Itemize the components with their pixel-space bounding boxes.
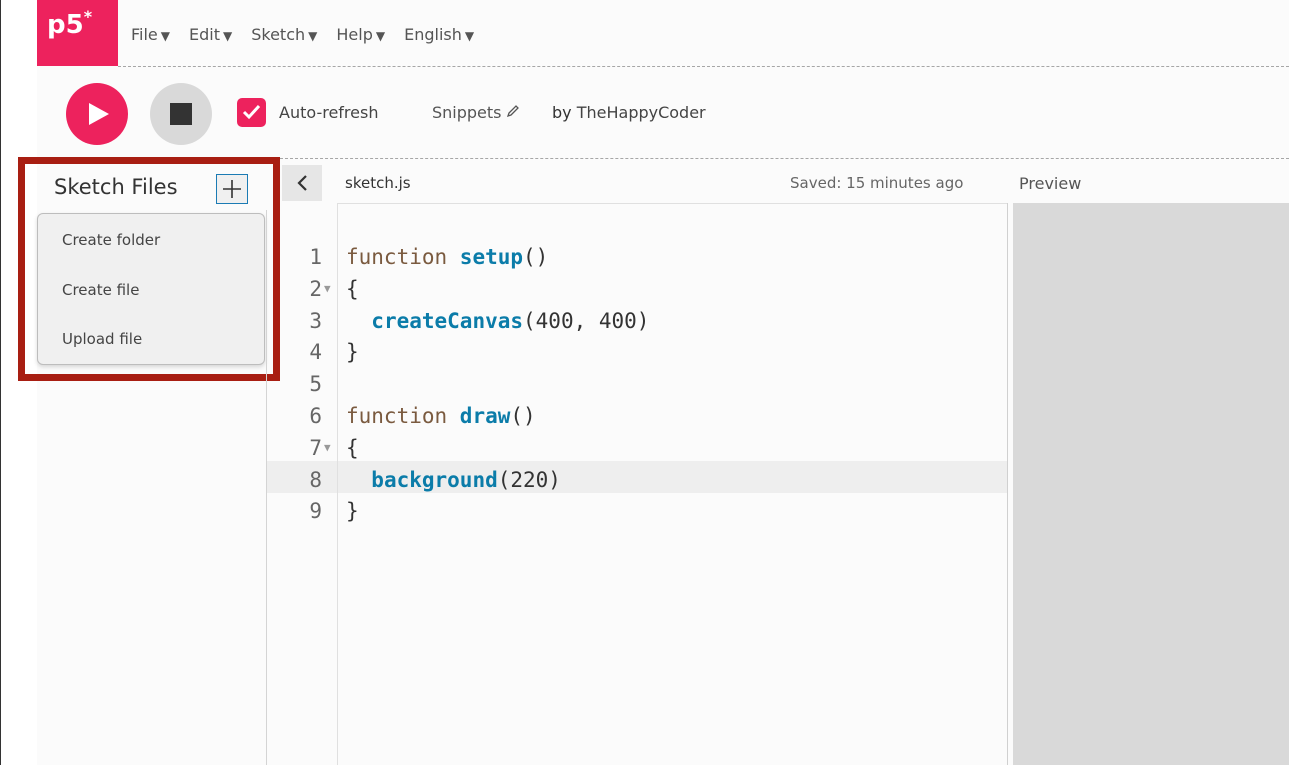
menu-language[interactable]: English ▼ <box>404 25 474 44</box>
nav-divider <box>118 66 1289 67</box>
pencil-icon[interactable] <box>506 103 520 122</box>
chevron-left-icon <box>297 175 307 191</box>
author-link[interactable]: TheHappyCoder <box>577 103 706 122</box>
code-token: { <box>346 435 359 460</box>
code-token: () <box>523 245 549 269</box>
auto-refresh-label[interactable]: Auto-refresh <box>279 103 378 122</box>
nav-menu: File ▼ Edit ▼ Sketch ▼ Help ▼ English ▼ <box>131 25 493 44</box>
line-number: 2 <box>309 276 322 301</box>
chevron-down-icon: ▼ <box>160 29 171 43</box>
sketch-name[interactable]: Snippets <box>432 103 520 122</box>
annotation-highlight-box <box>18 157 280 381</box>
stop-button[interactable] <box>150 83 212 145</box>
code-line[interactable]: 7 ▼ { <box>267 432 1007 464</box>
code-line[interactable]: 9} <box>267 495 1007 527</box>
code-token: (400, 400) <box>523 308 650 333</box>
code-line[interactable]: 1 function setup() <box>267 241 1007 273</box>
chevron-down-icon: ▼ <box>223 29 233 43</box>
editor-header-divider <box>338 203 1008 204</box>
code-line[interactable]: 4} <box>267 336 1007 368</box>
chevron-down-icon: ▼ <box>375 29 386 43</box>
code-text: function setup() <box>346 241 548 273</box>
line-number: 4 <box>309 340 322 365</box>
play-icon <box>89 103 109 125</box>
collapse-sidebar-button[interactable] <box>282 165 322 201</box>
code-token: } <box>346 499 359 524</box>
toolbar-divider <box>280 158 1289 159</box>
function-name-token: background <box>371 467 498 492</box>
auto-refresh-checkbox[interactable] <box>237 98 266 127</box>
sketch-author: by TheHappyCoder <box>552 103 706 122</box>
code-line[interactable]: 2 ▼ { <box>267 273 1007 305</box>
code-text: } <box>346 495 359 527</box>
code-text: { <box>346 432 359 464</box>
code-line[interactable]: 5 <box>267 368 1007 400</box>
code-text: function draw() <box>346 400 536 432</box>
keyword-token: function <box>346 245 460 269</box>
chevron-down-icon: ▼ <box>464 29 475 43</box>
window-edge <box>0 0 1 765</box>
stop-icon <box>170 103 192 125</box>
menu-edit[interactable]: Edit ▼ <box>189 25 232 44</box>
line-number: 5 <box>309 372 322 397</box>
preview-canvas <box>1013 203 1289 765</box>
saved-status: Saved: 15 minutes ago <box>790 174 964 192</box>
fold-arrow-icon[interactable]: ▼ <box>324 432 331 464</box>
code-line[interactable]: 6 function draw() <box>267 400 1007 432</box>
menu-help[interactable]: Help ▼ <box>336 25 385 44</box>
line-number: 6 <box>309 404 322 428</box>
code-text: { <box>346 273 359 305</box>
code-line[interactable]: 3 createCanvas(400, 400) <box>267 305 1007 337</box>
p5-logo[interactable]: p5* <box>37 0 118 66</box>
code-text: background(220) <box>346 464 561 496</box>
line-number: 3 <box>309 308 322 333</box>
code-token: { <box>346 276 359 301</box>
code-token: } <box>346 340 359 365</box>
code-text: } <box>346 336 359 368</box>
fold-arrow-icon[interactable]: ▼ <box>324 273 331 305</box>
line-number: 1 <box>309 245 322 269</box>
checkmark-icon <box>242 104 261 120</box>
play-button[interactable] <box>66 83 128 145</box>
chevron-down-icon: ▼ <box>308 29 318 43</box>
line-number: 8 <box>309 467 322 492</box>
code-text: createCanvas(400, 400) <box>346 305 649 337</box>
code-token: () <box>510 404 536 428</box>
editor-divider <box>1007 203 1008 765</box>
menu-sketch[interactable]: Sketch ▼ <box>251 25 317 44</box>
line-number: 7 <box>309 435 322 460</box>
editor-file-name: sketch.js <box>345 174 411 192</box>
menu-file[interactable]: File ▼ <box>131 25 170 44</box>
function-name-token: createCanvas <box>371 308 524 333</box>
function-name-token: setup <box>459 245 524 269</box>
function-name-token: draw <box>459 404 511 428</box>
keyword-token: function <box>346 404 460 428</box>
code-line[interactable]: 8 background(220) <box>267 464 1007 496</box>
code-token: (220) <box>497 467 561 492</box>
line-number: 9 <box>309 499 322 524</box>
preview-label: Preview <box>1019 174 1082 193</box>
